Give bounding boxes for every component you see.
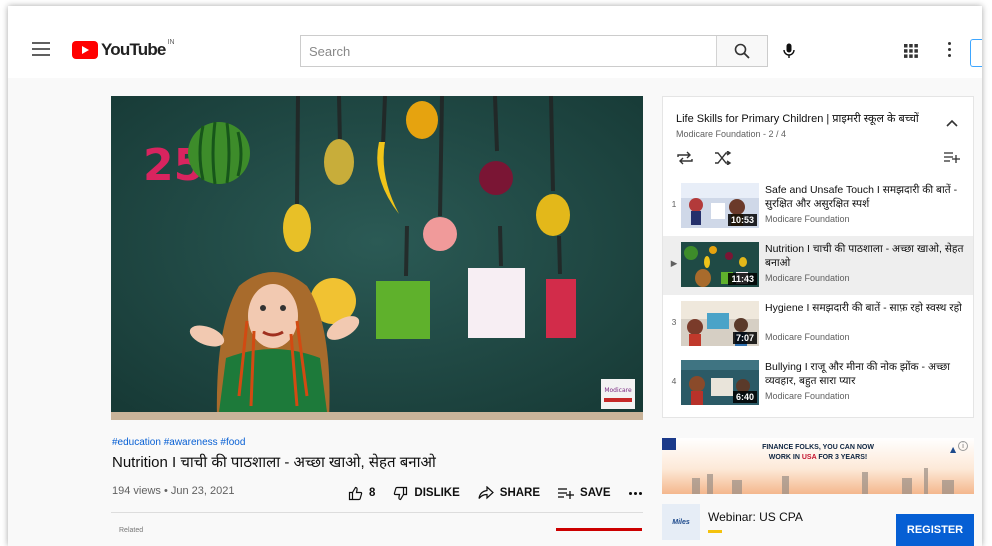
yellow-pear <box>536 194 570 236</box>
search-icon <box>734 43 750 59</box>
more-options-icon[interactable] <box>946 42 952 60</box>
playlist-title[interactable]: Life Skills for Primary Children | प्राइ… <box>676 111 938 126</box>
save-button[interactable]: SAVE <box>558 487 611 499</box>
video-player[interactable]: 25 Modicare <box>111 96 643 420</box>
video-actions: 8 DISLIKE SHARE SAVE <box>348 482 644 504</box>
channel-row-hint: Related <box>119 527 144 534</box>
voice-search-button[interactable] <box>778 40 800 62</box>
playlist-video-title: Nutrition I चाची की पाठशाला - अच्छा खाओ,… <box>765 243 964 269</box>
playlist-item[interactable]: 1 10:53 Safe and Unsafe Touch I समझदारी … <box>663 177 973 236</box>
youtube-logo[interactable]: YouTube IN <box>72 38 175 60</box>
pear <box>324 139 354 185</box>
playlist-channel: Modicare Foundation <box>765 273 850 283</box>
playlist-subtitle: Modicare Foundation - 2 / 4 <box>676 129 787 139</box>
add-to-queue-icon[interactable] <box>944 151 960 163</box>
video-thumbnail[interactable]: 6:40 <box>681 360 759 405</box>
playlist-video-title: Safe and Unsafe Touch I समझदारी की बातें… <box>765 184 958 210</box>
ad-promo-row: Miles Webinar: US CPA REGISTER <box>662 504 974 546</box>
browser-frame: YouTube IN Search 25 Modicare #education… <box>8 6 982 546</box>
like-count: 8 <box>369 487 376 499</box>
modicare-watermark <box>601 379 635 409</box>
playlist-panel: Life Skills for Primary Children | प्राइ… <box>662 96 974 418</box>
video-thumbnail[interactable]: 10:53 <box>681 183 759 228</box>
video-frame: 25 Modicare <box>111 96 643 420</box>
playlist-item[interactable]: 3 7:07 Hygiene I समझदारी की बातें - साफ़… <box>663 295 973 354</box>
now-playing-icon: ▶ <box>670 258 678 268</box>
add-to-playlist-icon <box>558 488 575 499</box>
playlist-video-title: Bullying I राजू और मीना की नोक झोंक - अच… <box>765 361 950 387</box>
pineapple <box>406 101 438 139</box>
white-card <box>468 268 525 338</box>
mango <box>283 204 311 252</box>
masthead: YouTube IN <box>8 6 982 78</box>
playlist-item-current[interactable]: ▶ 11:43 Nutrition I चाची की पाठशाला - अच… <box>663 236 973 295</box>
ad-accent-bar <box>708 530 722 533</box>
playlist-channel: Modicare Foundation <box>765 332 850 342</box>
search-box <box>300 35 768 67</box>
more-actions-icon[interactable] <box>628 491 644 495</box>
playlist-video-title: Hygiene I समझदारी की बातें - साफ़ रहो स्… <box>765 302 962 314</box>
chevron-up-icon[interactable] <box>946 119 958 127</box>
playlist-index: 4 <box>671 376 677 386</box>
ad-subheadline: WORK IN USA FOR 3 YEARS! <box>662 454 974 461</box>
green-card <box>376 281 430 339</box>
search-button[interactable] <box>716 36 767 66</box>
playlist-item[interactable]: 4 6:40 Bullying I राजू और मीना की नोक झो… <box>663 354 973 413</box>
apps-grid-icon[interactable] <box>904 44 918 58</box>
thumbs-up-icon <box>348 486 363 500</box>
ad-subheadline-post: FOR 3 YEARS! <box>816 454 868 461</box>
youtube-play-icon <box>72 41 98 59</box>
pomegranate <box>479 161 513 195</box>
divider <box>111 512 643 513</box>
share-label: SHARE <box>499 487 541 499</box>
country-code: IN <box>167 38 175 46</box>
register-button[interactable]: REGISTER <box>896 514 974 546</box>
shuffle-icon[interactable] <box>714 151 732 165</box>
advertiser-logo[interactable]: Miles <box>662 504 700 540</box>
red-card <box>546 279 576 338</box>
ad-subheadline-highlight: USA <box>801 454 817 461</box>
duration-badge: 7:07 <box>732 332 757 344</box>
views-and-date: 194 views • Jun 23, 2021 <box>112 485 235 497</box>
ad-title[interactable]: Webinar: US CPA <box>708 510 803 524</box>
duration-badge: 11:43 <box>728 273 757 285</box>
playlist-channel: Modicare Foundation <box>765 214 850 224</box>
microphone-icon <box>783 43 795 58</box>
video-thumbnail[interactable]: 11:43 <box>681 242 759 287</box>
dislike-label: DISLIKE <box>414 487 460 499</box>
playlist-index: 3 <box>671 317 677 327</box>
watermark-text: Modicare <box>604 387 632 394</box>
thumbs-down-icon <box>394 486 408 500</box>
board-ledge <box>111 412 643 420</box>
playlist-items: 1 10:53 Safe and Unsafe Touch I समझदारी … <box>663 177 973 413</box>
dislike-button[interactable]: DISLIKE <box>393 486 460 501</box>
search-input[interactable] <box>301 36 716 66</box>
loop-icon[interactable] <box>676 151 694 165</box>
hashtags[interactable]: #education #awareness #food <box>112 437 245 448</box>
like-button[interactable]: 8 <box>348 486 375 501</box>
save-label: SAVE <box>580 487 611 499</box>
playlist-channel: Modicare Foundation <box>765 391 850 401</box>
ad-banner[interactable]: ▲ FINANCE FOLKS, YOU CAN NOW WORK IN USA… <box>662 438 974 494</box>
ad-headline: FINANCE FOLKS, YOU CAN NOW <box>762 444 874 451</box>
playlist-index: 1 <box>671 199 677 209</box>
peach <box>423 217 457 251</box>
ad-info-icon[interactable]: i <box>958 441 968 451</box>
video-title: Nutrition I चाची की पाठशाला - अच्छा खाओ,… <box>112 454 436 471</box>
ad-subheadline-pre: WORK IN <box>768 454 802 461</box>
subscribe-button[interactable] <box>556 528 642 531</box>
video-meta-row: 194 views • Jun 23, 2021 8 DISLIKE SHARE <box>112 482 644 504</box>
duration-badge: 6:40 <box>732 391 757 403</box>
menu-icon[interactable] <box>32 42 50 56</box>
duration-badge: 10:53 <box>727 214 757 226</box>
sign-in-button[interactable] <box>970 39 982 67</box>
share-button[interactable]: SHARE <box>478 486 540 500</box>
share-icon <box>478 486 494 500</box>
logo-text: YouTube <box>101 40 166 59</box>
video-thumbnail[interactable]: 7:07 <box>681 301 759 346</box>
